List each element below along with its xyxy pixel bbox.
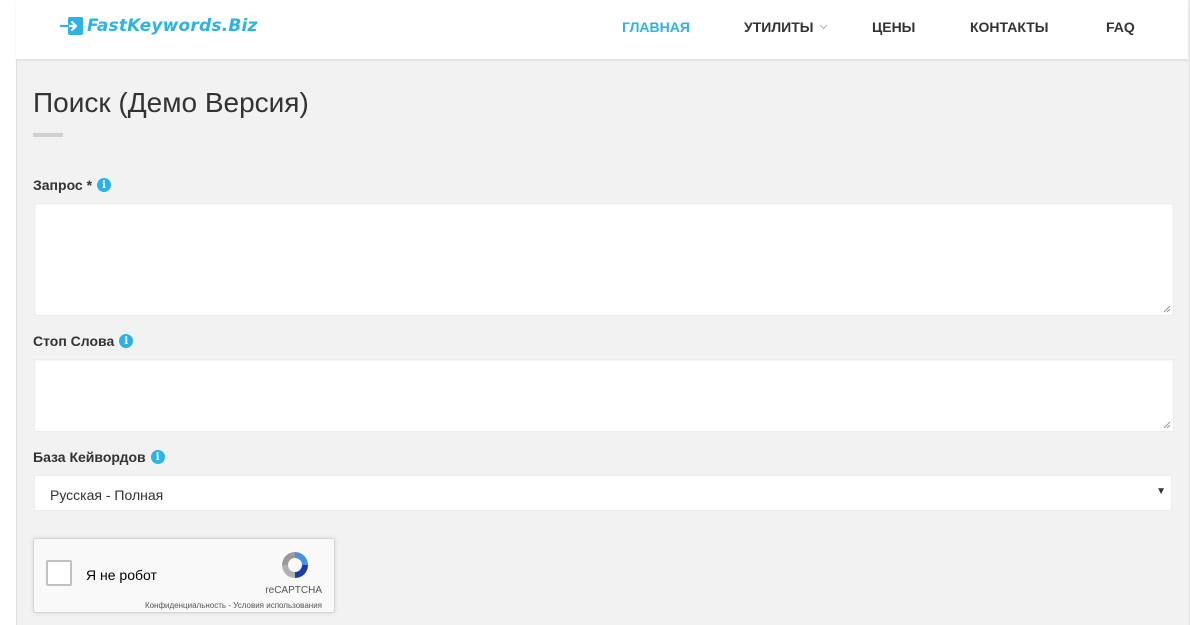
database-select-value: Русская - Полная <box>50 487 164 503</box>
nav-item-utilities[interactable]: Утилиты <box>744 19 828 35</box>
recaptcha-links: Конфиденциальность - Условия использован… <box>145 601 322 610</box>
recaptcha-logo-icon <box>282 552 308 578</box>
resize-handle-icon[interactable] <box>1163 421 1171 429</box>
caret-down-icon: ▼ <box>1156 486 1166 497</box>
page-title: Поиск (Демо Версия) <box>33 87 309 118</box>
chevron-down-icon <box>820 24 828 30</box>
recaptcha-checkbox[interactable] <box>46 560 72 586</box>
recaptcha-widget: Я не робот reCAPTCHA Конфиденциальность … <box>33 538 335 613</box>
site-header: FastKeywords.Biz Главная Утилиты Цены Ко… <box>16 0 1188 60</box>
info-icon[interactable]: i <box>97 178 112 192</box>
main-nav: Главная Утилиты Цены Контакты FAQ <box>16 19 1188 37</box>
stopwords-label: Стоп Слова i <box>33 333 134 349</box>
stopwords-textarea[interactable] <box>34 359 1174 432</box>
nav-item-utilities-label: Утилиты <box>744 19 814 35</box>
database-select[interactable]: Русская - Полная ▼ <box>34 475 1172 511</box>
nav-item-contacts[interactable]: Контакты <box>970 19 1048 35</box>
stopwords-label-text: Стоп Слова <box>33 333 115 349</box>
nav-item-faq[interactable]: FAQ <box>1106 19 1135 35</box>
database-label-text: База Кейвордов <box>33 449 146 465</box>
recaptcha-brand: reCAPTCHA <box>265 585 322 596</box>
nav-item-prices[interactable]: Цены <box>872 19 915 35</box>
resize-handle-icon[interactable] <box>1163 305 1171 313</box>
recaptcha-label: Я не робот <box>86 567 157 583</box>
query-label: Запрос * i <box>33 177 112 193</box>
info-icon[interactable]: i <box>119 334 134 348</box>
query-label-text: Запрос * <box>33 177 93 193</box>
title-divider <box>33 133 63 137</box>
recaptcha-privacy-link[interactable]: Конфиденциальность <box>145 601 226 610</box>
recaptcha-terms-link[interactable]: Условия использования <box>233 601 322 610</box>
info-icon[interactable]: i <box>150 450 165 464</box>
database-label: База Кейвордов i <box>33 449 165 465</box>
nav-item-home[interactable]: Главная <box>622 19 690 35</box>
query-textarea[interactable] <box>34 203 1174 316</box>
